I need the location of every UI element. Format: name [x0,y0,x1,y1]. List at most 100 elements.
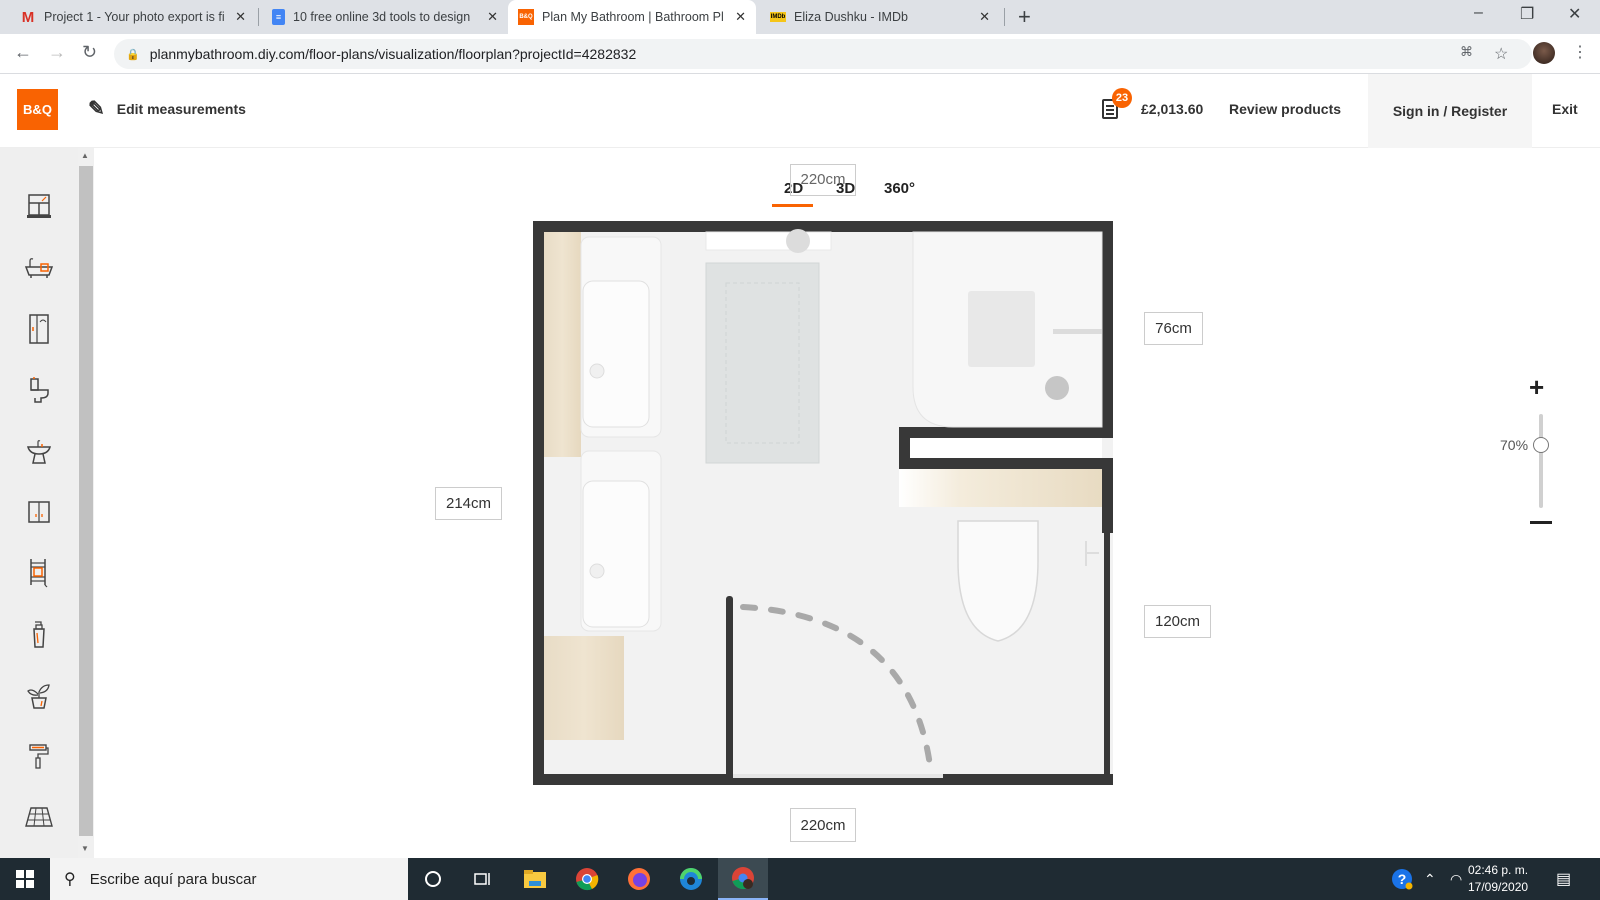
back-button[interactable]: ← [14,42,32,63]
sidebar-item-showers[interactable] [22,312,56,346]
tab-title: Plan My Bathroom | Bathroom Pl [542,10,724,24]
towel-rail [705,231,832,251]
task-view-button[interactable] [458,858,508,900]
cortana-icon [425,871,441,887]
imdb-icon: IMDb [770,12,786,22]
translate-icon[interactable]: ⌘ [1460,44,1473,60]
toilet-icon [30,377,49,403]
clock-time: 02:46 p. m. [1468,863,1529,877]
sidebar-item-windows[interactable] [22,189,56,223]
exit-button[interactable]: Exit [1552,101,1578,117]
sidebar-item-radiators[interactable] [22,556,56,590]
vanity-wood-lower [544,636,624,740]
sidebar-item-storage[interactable] [22,495,56,529]
soap-dispenser-icon [33,621,45,648]
network-icon[interactable]: ◠ [1450,858,1462,900]
address-bar[interactable]: 🔒 planmybathroom.diy.com/floor-plans/vis… [114,39,1532,69]
chrome-profile-taskbar-button[interactable] [718,858,768,900]
sign-in-register-button[interactable]: Sign in / Register [1368,74,1532,148]
review-products-button[interactable]: Review products [1229,101,1341,117]
close-tab-icon[interactable]: ✕ [235,9,246,25]
browser-tab-planmybathroom[interactable]: B&Q Plan My Bathroom | Bathroom Pl ✕ [508,0,756,34]
start-button[interactable] [0,858,50,900]
search-icon: ⚲ [64,871,76,888]
door-leaf [726,596,733,778]
action-center-icon[interactable]: ▤ [1556,858,1571,900]
basin-upper [582,280,650,428]
help-icon[interactable]: ? [1390,858,1414,900]
profile-avatar[interactable] [1533,42,1555,64]
cortana-button[interactable] [408,858,458,900]
reload-button[interactable]: ↻ [82,42,97,63]
firefox-taskbar-button[interactable] [614,858,664,900]
sidebar-item-baths[interactable] [22,251,56,285]
product-count-badge: 23 [1112,88,1132,108]
browser-tab-imdb[interactable]: IMDb Eliza Dushku - IMDb ✕ [760,0,1000,34]
browser-tab-gmail[interactable]: M Project 1 - Your photo export is fi ✕ [10,0,256,34]
clock-date: 17/09/2020 [1468,880,1529,894]
file-explorer-button[interactable] [510,858,560,900]
plant-icon [27,684,50,709]
dimension-right-upper[interactable]: 76cm [1144,312,1203,345]
bookmark-star-icon[interactable]: ☆ [1494,44,1508,64]
door-threshold [733,774,943,778]
zoom-out-button[interactable] [1530,521,1552,524]
bq-logo[interactable]: B&Q [17,89,58,130]
close-tab-icon[interactable]: ✕ [735,9,746,25]
scrollbar-thumb[interactable] [79,166,93,836]
chrome-taskbar-button[interactable] [562,858,612,900]
partition-bottom [899,458,1113,469]
show-hidden-icons-button[interactable]: ⌃ [1424,858,1436,900]
basin-icon [27,440,51,464]
browser-toolbar: ← → ↻ 🔒 planmybathroom.diy.com/floor-pla… [0,34,1600,74]
forward-button[interactable]: → [48,42,66,63]
tab-title: 10 free online 3d tools to design [293,10,471,24]
minimize-button[interactable]: – [1474,4,1483,22]
scroll-down-arrow[interactable]: ▼ [81,844,89,853]
shower-icon [29,314,49,344]
edit-measurements-button[interactable]: ✎ Edit measurements [88,96,246,121]
zoom-slider-handle[interactable] [1533,437,1549,453]
wall-right-mid [1102,461,1113,533]
tiles-icon [25,807,53,827]
floor-plan-canvas[interactable] [533,221,1113,785]
sidebar-item-decor[interactable] [22,679,56,713]
task-view-icon [474,873,490,885]
windows-logo-icon [16,870,34,888]
wall-right-upper [1102,221,1113,436]
search-placeholder: Escribe aquí para buscar [89,870,257,888]
sidebar-item-toilets[interactable] [22,373,56,407]
wall-left [533,221,544,785]
edge-taskbar-button[interactable] [666,858,716,900]
dimension-right-lower[interactable]: 120cm [1144,605,1211,638]
shower-drain [1045,376,1069,400]
sidebar-item-tiles[interactable] [22,800,56,834]
wall-right-lower [1104,533,1110,785]
tab-360[interactable]: 360° [884,180,915,197]
url-text: planmybathroom.diy.com/floor-plans/visua… [149,46,637,62]
scroll-up-arrow[interactable]: ▲ [81,151,89,160]
close-window-button[interactable]: ✕ [1568,4,1581,24]
basin-drain-lower [589,563,605,579]
sidebar-item-paint[interactable] [22,740,56,774]
close-tab-icon[interactable]: ✕ [487,9,498,25]
taskbar-search[interactable]: ⚲ Escribe aquí para buscar [50,858,408,900]
pencil-icon: ✎ [88,98,105,120]
zoom-in-button[interactable]: + [1529,372,1544,403]
restore-button[interactable]: ❐ [1520,4,1534,24]
browser-tab-docs[interactable]: ≡ 10 free online 3d tools to design ✕ [262,0,508,34]
sidebar-item-basins[interactable] [22,434,56,468]
partition-gap [910,438,1102,458]
dimension-bottom[interactable]: 220cm [790,808,856,842]
dimension-top[interactable]: 220cm [790,164,856,196]
chrome-icon [576,868,599,891]
browser-menu-icon[interactable]: ⋮ [1572,42,1588,62]
new-tab-button[interactable]: + [1018,4,1031,30]
close-tab-icon[interactable]: ✕ [979,9,990,25]
zoom-slider-track[interactable] [1539,414,1543,508]
sidebar-item-accessories[interactable] [22,618,56,652]
gmail-icon: M [21,8,35,26]
taskbar-clock[interactable]: 02:46 p. m. 17/09/2020 [1468,862,1528,896]
sidebar-scrollbar[interactable]: ▲ ▼ [78,148,94,858]
dimension-left[interactable]: 214cm [435,487,502,520]
